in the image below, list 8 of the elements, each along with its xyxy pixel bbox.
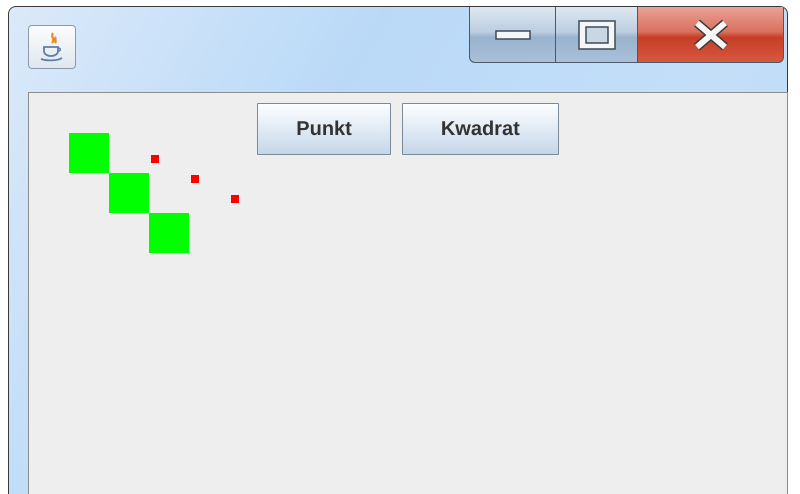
close-button[interactable] — [638, 7, 784, 63]
minimize-button[interactable] — [469, 7, 556, 63]
action-button[interactable]: Kwadrat — [402, 103, 559, 155]
cup-icon — [28, 25, 76, 69]
maximize-button[interactable] — [556, 7, 638, 63]
maximize-icon — [576, 18, 616, 50]
minimize-icon — [494, 28, 530, 40]
action-button[interactable]: Punkt — [257, 103, 391, 155]
